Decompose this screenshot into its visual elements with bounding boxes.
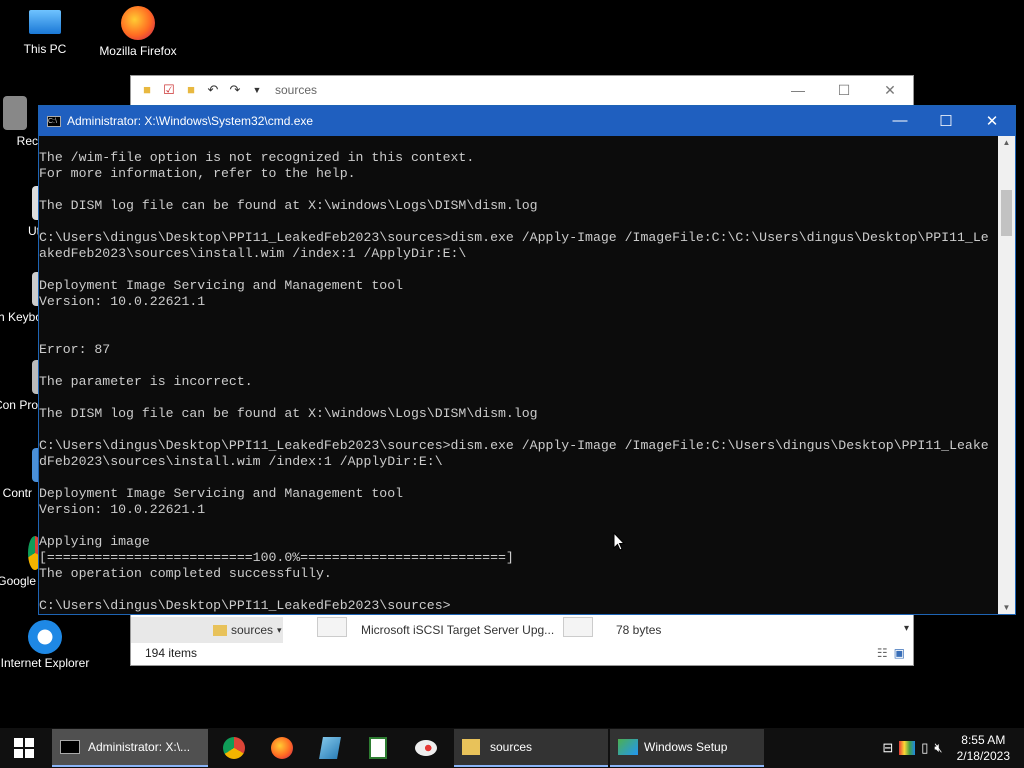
gear-icon bbox=[563, 617, 593, 637]
recycle-bin-icon bbox=[3, 96, 27, 130]
taskbar: Administrator: X:\... sources Windows Se… bbox=[0, 728, 1024, 768]
cmd-window: C:\ Administrator: X:\Windows\System32\c… bbox=[38, 105, 1016, 615]
taskbar-item-cmd[interactable]: Administrator: X:\... bbox=[52, 729, 208, 767]
minimize-button[interactable]: — bbox=[877, 112, 923, 130]
spreadsheet-icon bbox=[369, 737, 387, 759]
details-view-icon[interactable]: ☷ bbox=[877, 646, 888, 660]
usb-icon[interactable]: ▯ bbox=[921, 740, 928, 756]
mouse-cursor-icon bbox=[613, 532, 625, 551]
desktop-icon-firefox[interactable]: Mozilla Firefox bbox=[93, 6, 183, 58]
taskbar-item-sources[interactable]: sources bbox=[454, 729, 608, 767]
system-tray: ⊟ ▯ 🔇︎ 8:55 AM 2/18/2023 bbox=[882, 732, 1024, 764]
windows-logo-icon bbox=[14, 738, 34, 758]
chevron-down-icon[interactable]: ▼ bbox=[249, 82, 265, 98]
cmd-icon: C:\ bbox=[47, 115, 61, 127]
taskbar-pin-paint[interactable] bbox=[402, 728, 450, 768]
explorer-status-bar: 194 items ☷ ▣ bbox=[131, 641, 913, 665]
maximize-button[interactable]: ☐ bbox=[821, 82, 867, 99]
redo-icon[interactable]: ↷ bbox=[227, 82, 243, 98]
paint-icon bbox=[415, 740, 437, 756]
firefox-icon bbox=[271, 737, 293, 759]
explorer-visible-row: sources ▾ Microsoft iSCSI Target Server … bbox=[131, 617, 913, 643]
speaker-muted-icon[interactable]: 🔇︎ bbox=[934, 740, 942, 756]
display-icon[interactable] bbox=[899, 741, 916, 755]
explorer-title-bar: ■ ☑ ■ ↶ ↷ ▼ sources — ☐ ✕ bbox=[131, 76, 913, 104]
taskbar-pin-notepad[interactable] bbox=[306, 728, 354, 768]
chrome-icon bbox=[223, 737, 245, 759]
folder-icon bbox=[213, 624, 227, 636]
taskbar-item-windows-setup[interactable]: Windows Setup bbox=[610, 729, 764, 767]
desktop-icon-this-pc[interactable]: This PC bbox=[0, 6, 90, 56]
properties-icon[interactable]: ☑ bbox=[161, 82, 177, 98]
taskbar-pin-firefox[interactable] bbox=[258, 728, 306, 768]
new-folder-icon[interactable]: ■ bbox=[183, 82, 199, 98]
folder-icon bbox=[462, 739, 480, 755]
maximize-button[interactable]: ☐ bbox=[923, 112, 969, 130]
close-button[interactable]: ✕ bbox=[867, 82, 913, 99]
ie-icon bbox=[28, 620, 62, 654]
close-button[interactable]: ✕ bbox=[969, 112, 1015, 130]
start-button[interactable] bbox=[0, 728, 48, 768]
clock[interactable]: 8:55 AM 2/18/2023 bbox=[949, 732, 1018, 764]
vertical-scrollbar[interactable]: ▲ ▼ bbox=[998, 136, 1015, 614]
file-size: 78 bytes bbox=[616, 623, 662, 637]
network-icon[interactable]: ⊟ bbox=[882, 740, 893, 756]
scroll-down-icon[interactable]: ▼ bbox=[998, 603, 1015, 612]
quick-access-toolbar: ■ ☑ ■ ↶ ↷ ▼ bbox=[139, 82, 265, 98]
scrollbar-thumb[interactable] bbox=[1001, 190, 1012, 236]
item-count: 194 items bbox=[145, 646, 198, 660]
chevron-down-icon: ▾ bbox=[277, 624, 282, 635]
nav-item-sources[interactable]: sources ▾ bbox=[213, 623, 282, 637]
notepad-icon bbox=[319, 737, 341, 759]
undo-icon[interactable]: ↶ bbox=[205, 82, 221, 98]
file-icon bbox=[317, 617, 347, 637]
minimize-button[interactable]: — bbox=[775, 82, 821, 99]
console-text: The /wim-file option is not recognized i… bbox=[39, 150, 989, 613]
folder-icon[interactable]: ■ bbox=[139, 82, 155, 98]
file-name[interactable]: Microsoft iSCSI Target Server Upg... bbox=[361, 623, 554, 637]
scroll-up-icon[interactable]: ▲ bbox=[998, 138, 1015, 147]
scroll-down-icon[interactable]: ▾ bbox=[904, 623, 909, 634]
cmd-title-bar[interactable]: C:\ Administrator: X:\Windows\System32\c… bbox=[39, 106, 1015, 136]
large-icons-view-icon[interactable]: ▣ bbox=[894, 646, 905, 660]
desktop: This PC Mozilla Firefox Recy Ut Ch Keybo… bbox=[0, 0, 1024, 728]
taskbar-pin-spreadsheet[interactable] bbox=[354, 728, 402, 768]
explorer-title: sources bbox=[275, 83, 318, 97]
cmd-icon bbox=[60, 740, 80, 754]
firefox-icon bbox=[121, 6, 155, 40]
taskbar-pin-chrome[interactable] bbox=[210, 728, 258, 768]
console-output[interactable]: The /wim-file option is not recognized i… bbox=[39, 136, 999, 614]
setup-icon bbox=[618, 739, 638, 755]
desktop-icon-ie[interactable]: Internet Explorer bbox=[0, 620, 90, 670]
cmd-title: Administrator: X:\Windows\System32\cmd.e… bbox=[67, 114, 314, 128]
this-pc-icon bbox=[29, 10, 61, 34]
